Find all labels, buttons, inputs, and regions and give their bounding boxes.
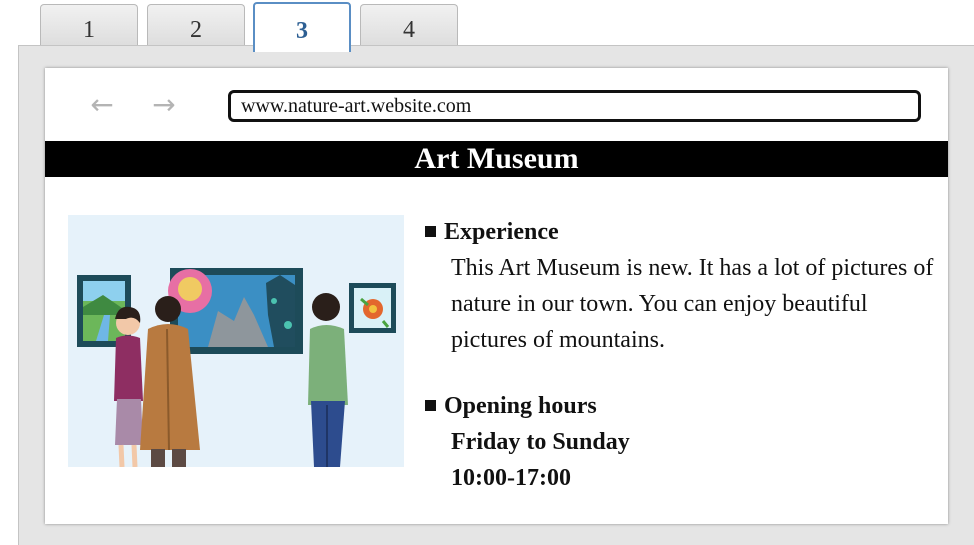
opening-days: Friday to Sunday xyxy=(451,429,630,455)
experience-text: This Art Museum is new. It has a lot of … xyxy=(451,255,934,353)
tab-1[interactable]: 1 xyxy=(40,4,138,48)
section-heading-experience: Experience xyxy=(425,214,935,250)
arrow-right-icon: → xyxy=(152,88,176,121)
tab-3[interactable]: 3 xyxy=(253,2,351,52)
opening-time: 10:00-17:00 xyxy=(451,465,571,491)
section-heading-opening-hours: Opening hours xyxy=(425,388,935,424)
page-title: Art Museum xyxy=(45,141,948,177)
square-bullet-icon xyxy=(425,400,436,411)
tab-4[interactable]: 4 xyxy=(360,4,458,48)
square-bullet-icon xyxy=(425,226,436,237)
tab-2[interactable]: 2 xyxy=(147,4,245,48)
museum-visitors-illustration xyxy=(68,215,404,467)
page-content: Experience This Art Museum is new. It ha… xyxy=(425,214,935,496)
arrow-left-icon: ← xyxy=(90,88,114,121)
browser-page: ← → www.nature-art.website.com Art Museu… xyxy=(45,68,948,524)
address-bar[interactable]: www.nature-art.website.com xyxy=(228,90,921,122)
forward-button[interactable]: → xyxy=(147,88,181,122)
back-button[interactable]: ← xyxy=(85,88,119,122)
